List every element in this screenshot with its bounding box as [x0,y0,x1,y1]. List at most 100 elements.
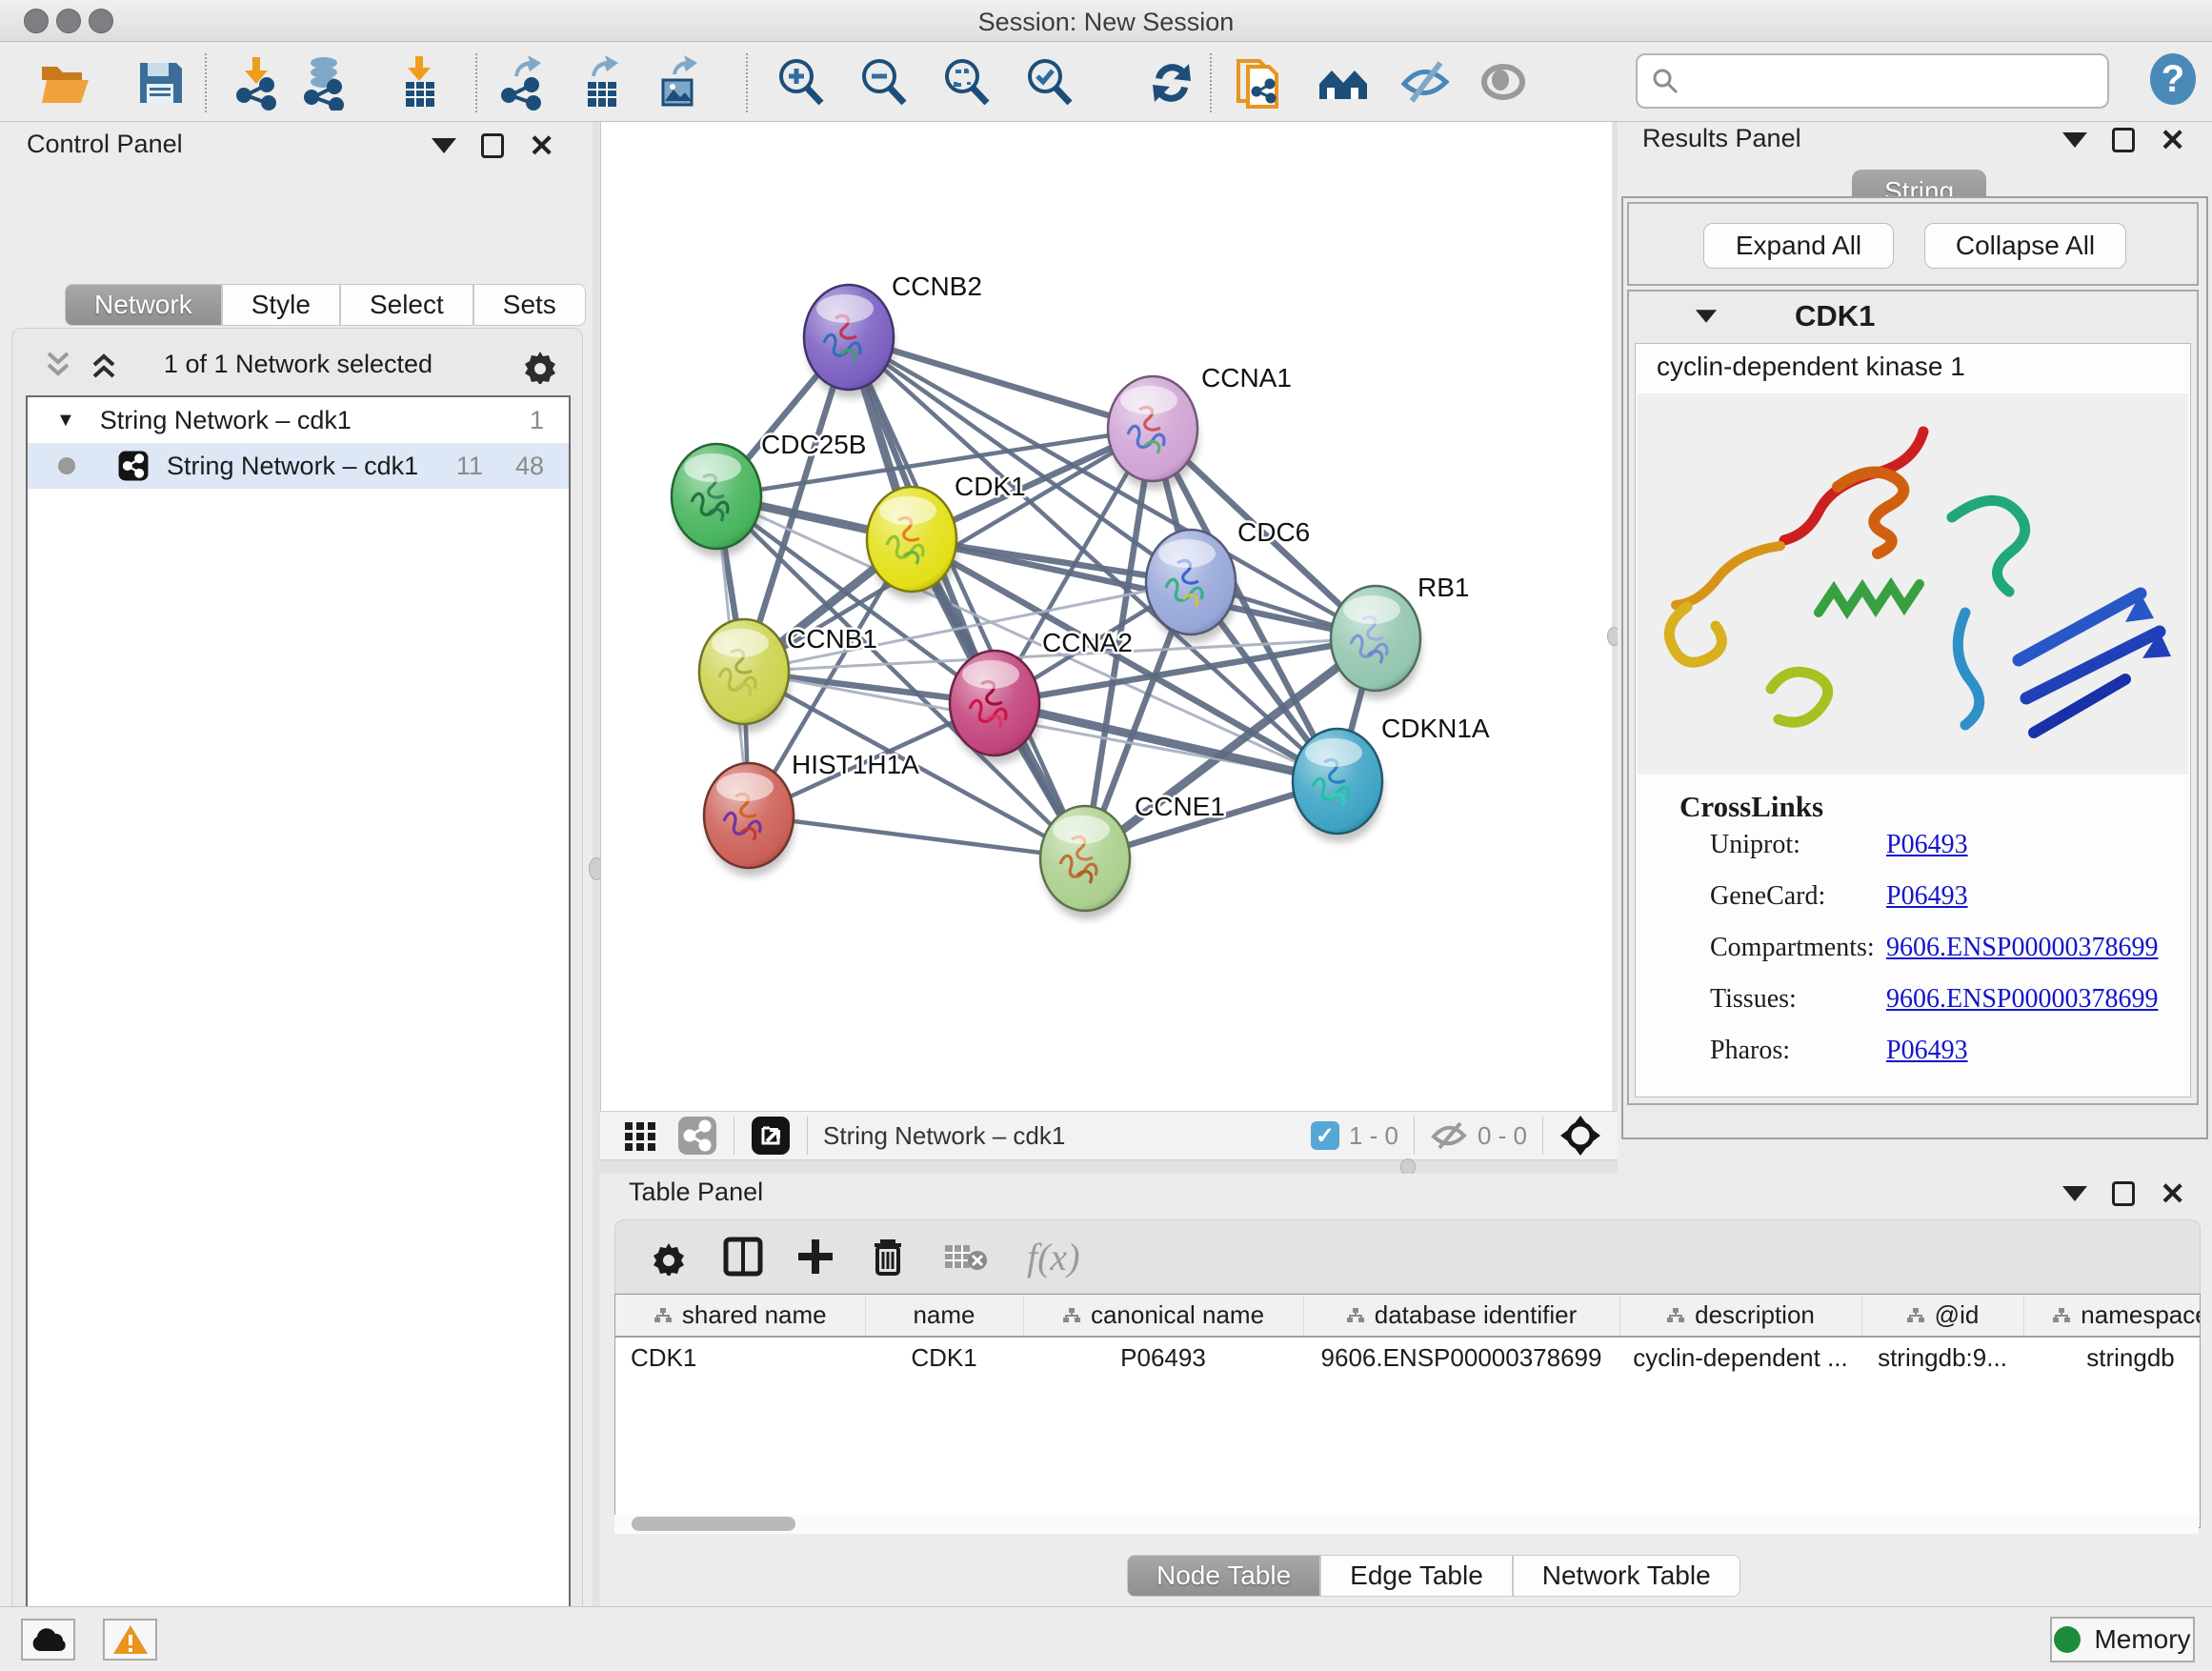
status-bar: Memory [0,1606,2212,1671]
close-panel-icon[interactable]: ✕ [2160,1181,2185,1206]
cybrowser-icon[interactable] [1316,55,1371,111]
create-column-plus-icon[interactable] [794,1236,836,1278]
tab-sets[interactable]: Sets [473,284,586,326]
network-node-CDC25B[interactable]: CDC25B [672,430,866,557]
save-session-icon[interactable] [132,55,188,111]
scrollbar-thumb[interactable] [632,1517,795,1531]
export-image-icon[interactable] [652,55,707,111]
tab-select[interactable]: Select [340,284,473,326]
network-edge-HIST1H1A-CCNE1[interactable] [749,815,1085,858]
export-table-icon[interactable] [574,55,630,111]
table-cell[interactable]: stringdb:9... [1861,1337,2023,1379]
column-header--id[interactable]: @id [1861,1295,2023,1337]
vertical-splitter[interactable] [593,122,600,1606]
panel-menu-icon[interactable] [432,138,456,153]
function-builder-icon[interactable]: f(x) [1027,1235,1080,1279]
hide-selected-icon[interactable] [1398,55,1454,111]
network-edge-CCNB2-CCNE1[interactable] [849,337,1085,858]
delete-column-trash-icon[interactable] [869,1236,907,1278]
column-header-description[interactable]: description [1619,1295,1861,1337]
crosslink-link[interactable]: 9606.ENSP00000378699 [1886,933,2158,963]
network-node-CDKN1A[interactable]: CDKN1A [1293,714,1490,842]
panel-menu-icon[interactable] [2062,132,2087,148]
table-cell[interactable]: cyclin-dependent ... [1619,1337,1861,1379]
cloud-button[interactable] [21,1619,75,1661]
column-header-namespace[interactable]: namespace [2023,1295,2201,1337]
gene-section-header[interactable]: CDK1 [1629,292,2197,341]
network-node-HIST1H1A[interactable]: HIST1H1A [704,750,919,876]
column-header-database-identifier[interactable]: database identifier [1303,1295,1619,1337]
crosslink-link[interactable]: P06493 [1886,881,1968,912]
open-file-icon[interactable] [37,55,92,111]
network-node-RB1[interactable]: RB1 [1331,573,1469,699]
column-header-shared-name[interactable]: shared name [615,1295,865,1337]
table-cell[interactable]: CDK1 [615,1337,865,1379]
tab-network-table[interactable]: Network Table [1513,1555,1740,1597]
search-input[interactable] [1679,67,2080,96]
column-label: shared name [682,1300,827,1330]
network-node-CDK1[interactable]: CDK1 [867,472,1026,600]
tab-style[interactable]: Style [222,284,340,326]
show-columns-icon[interactable] [722,1236,764,1278]
tab-edge-table[interactable]: Edge Table [1320,1555,1513,1597]
search-field [1636,53,2109,109]
network-edge-CCNB2-CCNA1[interactable] [849,337,1153,429]
network-node-CCNB1[interactable]: CCNB1 [699,619,877,733]
grid-view-icon[interactable] [621,1117,659,1155]
tab-node-table[interactable]: Node Table [1127,1555,1320,1597]
zoom-selected-icon[interactable] [1022,55,1077,111]
close-panel-icon[interactable]: ✕ [2160,128,2185,152]
float-panel-icon[interactable] [2112,128,2135,152]
collapse-gene-icon[interactable] [1696,310,1717,323]
float-panel-icon[interactable] [481,133,504,158]
crosslink-link[interactable]: P06493 [1886,830,1968,860]
column-label: @id [1935,1300,1980,1330]
column-header-canonical-name[interactable]: canonical name [1023,1295,1303,1337]
collapse-all-button[interactable]: Collapse All [1924,223,2126,269]
network-share-icon[interactable] [676,1115,718,1157]
window-title: Session: New Session [0,8,2212,37]
import-network-file-icon[interactable] [232,55,288,111]
zoom-in-icon[interactable] [774,55,829,111]
network-canvas[interactable]: CCNB2CCNA1CDC25BCDK1CDC6RB1CCNB1CCNA2CDK… [600,122,1618,1111]
network-tree-row[interactable]: String Network – cdk11148 [28,443,569,489]
network-tree-row[interactable]: ▼String Network – cdk11 [28,397,569,443]
panel-menu-icon[interactable] [2062,1186,2087,1201]
table-cell[interactable]: stringdb [2023,1337,2201,1379]
network-from-file-icon[interactable] [1233,55,1288,111]
help-icon[interactable]: ? [2145,51,2201,107]
hidden-eye-slash-icon[interactable] [1430,1119,1468,1152]
collapse-arrow-icon[interactable]: ▼ [56,410,75,432]
refresh-icon[interactable] [1144,55,1199,111]
selected-checkbox-icon[interactable]: ✓ [1311,1121,1339,1150]
show-all-icon[interactable] [1476,55,1531,111]
zoom-out-icon[interactable] [856,55,912,111]
crosslink-link[interactable]: 9606.ENSP00000378699 [1886,984,2158,1015]
column-header-name[interactable]: name [865,1295,1023,1337]
crosslink-link[interactable]: P06493 [1886,1036,1968,1066]
birdseye-navigator-icon[interactable] [1558,1114,1602,1158]
expand-all-button[interactable]: Expand All [1703,223,1894,269]
delete-table-icon[interactable] [943,1239,989,1274]
warnings-button[interactable] [103,1619,157,1661]
table-cell[interactable]: 9606.ENSP00000378699 [1303,1337,1619,1379]
gear-icon[interactable] [521,346,559,384]
table-cell[interactable]: P06493 [1023,1337,1303,1379]
zoom-fit-icon[interactable] [939,55,995,111]
tab-network[interactable]: Network [65,284,222,326]
expand-collapse-box: Expand All Collapse All [1627,202,2199,286]
network-node-CDC6[interactable]: CDC6 [1146,517,1310,643]
table-cell[interactable]: CDK1 [865,1337,1023,1379]
float-panel-icon[interactable] [2112,1181,2135,1206]
table-row[interactable]: CDK1CDK1P064939606.ENSP00000378699cyclin… [615,1337,2201,1379]
memory-button[interactable]: Memory [2050,1617,2195,1662]
detach-view-icon[interactable] [750,1115,792,1157]
table-options-gear-icon[interactable] [650,1238,688,1276]
table-horizontal-scrollbar[interactable] [614,1515,2199,1534]
column-type-icon [1062,1306,1081,1325]
export-network-icon[interactable] [497,55,553,111]
network-node-CCNE1[interactable]: CCNE1 [1040,792,1225,919]
import-network-database-icon[interactable] [298,55,353,111]
import-table-icon[interactable] [392,55,448,111]
close-panel-icon[interactable]: ✕ [529,133,554,158]
